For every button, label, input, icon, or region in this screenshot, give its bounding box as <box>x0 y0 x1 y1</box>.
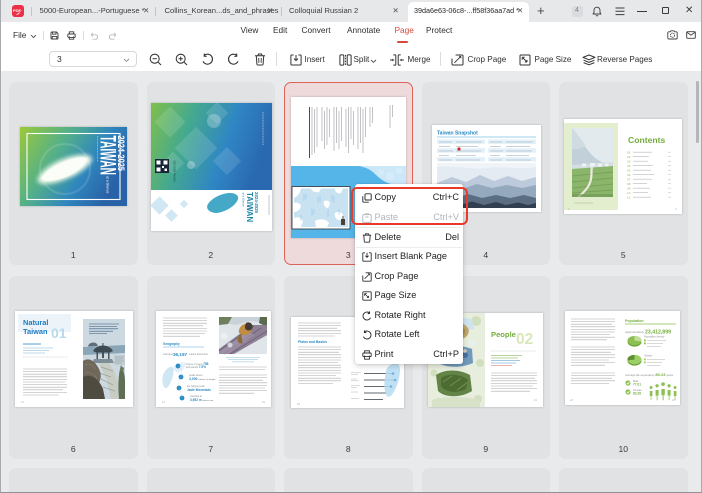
svg-text:Contents: Contents <box>628 135 665 145</box>
svg-text:07: 07 <box>627 177 631 181</box>
svg-text:10: 10 <box>627 191 631 195</box>
svg-text:Approximately: Approximately <box>625 330 645 334</box>
svg-text:TAIWAN: TAIWAN <box>96 136 121 176</box>
svg-text:09: 09 <box>627 186 631 190</box>
svg-text:People: People <box>491 330 516 339</box>
svg-text:at a Glance: at a Glance <box>106 176 110 193</box>
svg-text:77.01: 77.01 <box>633 383 641 387</box>
svg-text:Taiwan: Taiwan <box>23 327 48 336</box>
svg-text:15: 15 <box>262 400 265 404</box>
svg-text:Taiwan Snapshot: Taiwan Snapshot <box>437 130 478 136</box>
svg-text:01: 01 <box>627 150 631 154</box>
svg-text:square kilometers: square kilometers <box>189 353 209 356</box>
svg-text:at a Glance: at a Glance <box>241 192 245 207</box>
svg-text:06: 06 <box>627 173 631 177</box>
svg-text:Jade Mountain: Jade Mountain <box>187 388 211 392</box>
svg-text:2024-2025 TAIWAN: 2024-2025 TAIWAN <box>172 160 175 181</box>
svg-text:3: 3 <box>675 207 677 211</box>
svg-text:Gender: Gender <box>644 355 653 358</box>
svg-text:03: 03 <box>627 159 631 163</box>
svg-text:02: 02 <box>516 331 533 348</box>
svg-text:Plains and Basins: Plains and Basins <box>298 340 327 344</box>
svg-text:and islands 7.5%: and islands 7.5% <box>186 365 206 369</box>
svg-text:04: 04 <box>627 164 631 168</box>
svg-text:08: 08 <box>627 182 631 186</box>
svg-text:Average life expectancy 80.23: Average life expectancy 80.23 years <box>625 372 674 377</box>
svg-text:14: 14 <box>162 400 165 404</box>
svg-text:02: 02 <box>627 155 631 159</box>
svg-text:Population: Population <box>625 319 644 323</box>
svg-text:3,952 m above sea: 3,952 m above sea <box>190 398 214 402</box>
svg-text:3,000 meters in height: 3,000 meters in height <box>189 377 216 381</box>
svg-text:Geography: Geography <box>163 342 180 346</box>
svg-text:36,197: 36,197 <box>173 352 187 357</box>
svg-text:12: 12 <box>21 400 24 404</box>
svg-text:05: 05 <box>627 168 631 172</box>
svg-text:Natural: Natural <box>23 318 48 327</box>
svg-text:Population density: Population density <box>644 336 665 339</box>
svg-text:16: 16 <box>297 402 300 406</box>
svg-text:22: 22 <box>570 398 573 402</box>
svg-text:11: 11 <box>627 195 630 199</box>
svg-text:01: 01 <box>51 325 67 341</box>
svg-text:83.28: 83.28 <box>633 392 641 396</box>
